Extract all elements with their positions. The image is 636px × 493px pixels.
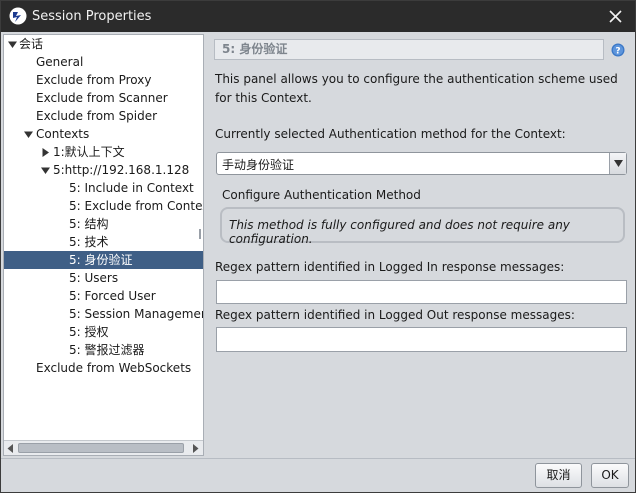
tree-node-exclude-from-context[interactable]: 5: Exclude from Context	[4, 197, 203, 215]
session-tree-panel: 会话 General Exclude from Proxy Exclude fr…	[3, 34, 204, 456]
configure-auth-message: This method is fully configured and does…	[229, 218, 570, 246]
tree-node-label: Exclude from Scanner	[36, 91, 168, 105]
tree-node-structure[interactable]: 5: 结构	[4, 215, 203, 233]
close-button[interactable]	[595, 1, 635, 32]
tree-node-label: 5: 警报过滤器	[69, 343, 145, 357]
panel-description: This panel allows you to configure the a…	[215, 72, 618, 105]
tree-node-label: 5: Exclude from Context	[69, 199, 203, 213]
logged-in-regex-input[interactable]	[217, 281, 626, 303]
tree-node-include-in-context[interactable]: 5: Include in Context	[4, 179, 203, 197]
auth-method-value: 手动身份验证	[222, 158, 295, 172]
authentication-panel: 5: 身份验证 ? This panel allows you to confi…	[207, 34, 633, 456]
tree-node-label: Contexts	[36, 127, 90, 141]
auth-method-select[interactable]: 手动身份验证	[216, 152, 627, 175]
tree-node-label: Exclude from Spider	[36, 109, 158, 123]
scroll-right-icon[interactable]	[191, 444, 200, 453]
expanded-arrow-icon[interactable]	[24, 130, 33, 139]
tree-node-label: 5: 身份验证	[69, 253, 133, 267]
tree-node-label: 5: 结构	[69, 217, 109, 231]
panel-header: 5: 身份验证	[214, 39, 604, 60]
expanded-arrow-icon[interactable]	[41, 166, 50, 175]
tree-node-label: 5: Forced User	[69, 289, 156, 303]
tree-node-contexts[interactable]: Contexts	[4, 125, 203, 143]
title-bar: Session Properties	[1, 1, 635, 32]
tree-node-label: 5: Session Management	[69, 307, 203, 321]
logged-in-regex-field[interactable]	[216, 280, 627, 304]
tree-node-session[interactable]: 会话	[4, 35, 203, 53]
cancel-button[interactable]: 取消	[535, 463, 582, 488]
logged-out-regex-field[interactable]	[216, 327, 627, 352]
tree-node-context-default[interactable]: 1:默认上下文	[4, 143, 203, 161]
tree-node-label: 1:默认上下文	[53, 145, 125, 159]
tree-node-forced-user[interactable]: 5: Forced User	[4, 287, 203, 305]
tree-node-technology[interactable]: 5: 技术	[4, 233, 203, 251]
session-tree: 会话 General Exclude from Proxy Exclude fr…	[4, 35, 203, 441]
logged-out-regex-input[interactable]	[217, 328, 626, 351]
ok-button[interactable]: OK	[591, 463, 629, 488]
chevron-down-icon	[614, 160, 623, 167]
collapsed-arrow-icon[interactable]	[41, 148, 50, 157]
tree-node-label: 5: Include in Context	[69, 181, 194, 195]
tree-node-session-management[interactable]: 5: Session Management	[4, 305, 203, 323]
window-title: Session Properties	[32, 9, 152, 24]
tree-node-label: 会话	[19, 37, 44, 51]
tree-node-label: General	[36, 55, 84, 69]
tree-horizontal-scrollbar[interactable]	[4, 440, 203, 455]
auth-method-label: Currently selected Authentication method…	[215, 127, 566, 141]
tree-node-label: 5:http://192.168.1.128	[53, 163, 190, 177]
tree-node-exclude-proxy[interactable]: Exclude from Proxy	[4, 71, 203, 89]
configure-auth-title: Configure Authentication Method	[222, 188, 421, 202]
tree-node-alert-filters[interactable]: 5: 警报过滤器	[4, 341, 203, 359]
svg-text:?: ?	[615, 47, 620, 57]
scroll-left-icon[interactable]	[6, 444, 15, 453]
tree-node-label: 5: Users	[69, 271, 119, 285]
tree-node-label: Exclude from WebSockets	[36, 361, 192, 375]
close-icon	[608, 10, 622, 23]
dropdown-button[interactable]	[609, 153, 626, 174]
scrollbar-thumb[interactable]	[18, 443, 184, 453]
tree-node-users[interactable]: 5: Users	[4, 269, 203, 287]
tree-node-general[interactable]: General	[4, 53, 203, 71]
tree-node-exclude-websockets[interactable]: Exclude from WebSockets	[4, 359, 203, 377]
tree-node-label: 5: 技术	[69, 235, 109, 249]
logged-out-label: Regex pattern identified in Logged Out r…	[215, 308, 575, 322]
session-properties-window: Session Properties 会话 General Exclude fr…	[0, 0, 636, 493]
tree-node-authorization[interactable]: 5: 授权	[4, 323, 203, 341]
logged-in-label: Regex pattern identified in Logged In re…	[215, 260, 565, 274]
splitter-grip[interactable]	[199, 229, 201, 239]
tree-node-context-5[interactable]: 5:http://192.168.1.128	[4, 161, 203, 179]
zap-bolt-icon	[9, 7, 27, 25]
tree-node-label: Exclude from Proxy	[36, 73, 152, 87]
tree-node-label: 5: 授权	[69, 325, 109, 339]
footer-divider	[1, 458, 635, 459]
expanded-arrow-icon[interactable]	[8, 40, 17, 49]
configure-auth-box: This method is fully configured and does…	[220, 207, 625, 246]
tree-node-authentication[interactable]: 5: 身份验证	[4, 251, 203, 269]
tree-node-exclude-spider[interactable]: Exclude from Spider	[4, 107, 203, 125]
help-icon[interactable]: ?	[611, 43, 625, 57]
tree-node-exclude-scanner[interactable]: Exclude from Scanner	[4, 89, 203, 107]
configure-auth-group: Configure Authentication Method This met…	[220, 186, 625, 246]
